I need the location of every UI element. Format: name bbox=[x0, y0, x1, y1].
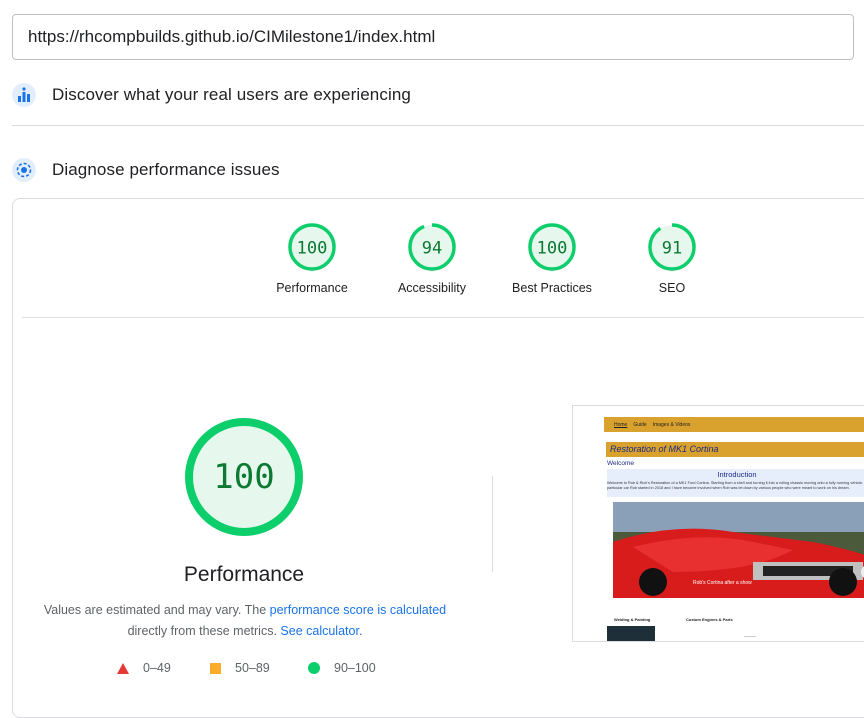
score-description: Values are estimated and may vary. The p… bbox=[30, 600, 460, 642]
square-icon bbox=[210, 662, 221, 674]
main-gauge-label: Performance bbox=[183, 563, 305, 586]
legend-pass: 90–100 bbox=[308, 661, 376, 675]
best-practices-gauge-ring: 100 bbox=[528, 223, 576, 271]
thumb-subheading-2: Custom Engines & Parts bbox=[686, 617, 733, 622]
diagnose-label: Diagnose performance issues bbox=[52, 160, 280, 179]
main-gauge-score: 100 bbox=[213, 457, 274, 497]
seo-label: SEO bbox=[658, 281, 686, 295]
thumb-title: Restoration of MK1 Cortina bbox=[606, 442, 864, 457]
description-text-1: Values are estimated and may vary. The bbox=[43, 603, 270, 617]
best-practices-score: 100 bbox=[537, 239, 568, 259]
score-calculated-link[interactable]: performance score is calculated bbox=[270, 603, 446, 617]
thumb-paragraph: Welcome to Rob & Rich's Restoration of a… bbox=[607, 481, 864, 490]
thumb-mini-image bbox=[607, 626, 655, 641]
thumb-nav-images: Images & Videos bbox=[652, 421, 691, 428]
legend-average-label: 50–89 bbox=[235, 661, 270, 675]
thumb-nav-home: Home bbox=[614, 421, 628, 428]
description-text-2: directly from these metrics. bbox=[127, 624, 281, 638]
thumb-nav: Home Guide Images & Videos bbox=[604, 417, 864, 432]
score-gauge-seo[interactable]: 91 SEO bbox=[612, 222, 732, 295]
vertical-separator bbox=[492, 476, 493, 572]
triangle-icon bbox=[117, 662, 129, 674]
accessibility-gauge-ring: 94 bbox=[408, 223, 456, 271]
see-calculator-link[interactable]: See calculator bbox=[280, 624, 359, 638]
legend-pass-label: 90–100 bbox=[334, 661, 376, 675]
section-divider bbox=[12, 125, 864, 126]
description-text-3: . bbox=[358, 624, 363, 638]
real-users-section[interactable]: Discover what your real users are experi… bbox=[12, 80, 411, 110]
legend-fail-label: 0–49 bbox=[143, 661, 171, 675]
gauges-divider bbox=[22, 317, 864, 318]
accessibility-label: Accessibility bbox=[397, 281, 467, 295]
crux-chart-icon bbox=[12, 83, 36, 107]
seo-gauge-ring: 91 bbox=[648, 223, 696, 271]
score-gauge-best-practices[interactable]: 100 Best Practices bbox=[492, 222, 612, 295]
performance-main-gauge: 100 bbox=[185, 418, 303, 536]
thumb-nav-guide: Guide bbox=[633, 421, 647, 428]
accessibility-score: 94 bbox=[422, 239, 442, 259]
real-users-label: Discover what your real users are experi… bbox=[52, 85, 411, 104]
legend-fail: 0–49 bbox=[117, 661, 171, 675]
diagnose-section[interactable]: Diagnose performance issues bbox=[12, 155, 280, 185]
seo-score: 91 bbox=[662, 239, 682, 259]
thumb-subheading-1: Welding & Painting bbox=[614, 617, 651, 622]
performance-label: Performance bbox=[276, 281, 348, 295]
best-practices-label: Best Practices bbox=[512, 281, 592, 295]
thumb-caption: Rob's Cortina after a show bbox=[693, 580, 752, 586]
score-gauge-accessibility[interactable]: 94 Accessibility bbox=[372, 222, 492, 295]
thumb-intro: Introduction bbox=[717, 470, 757, 479]
legend-average: 50–89 bbox=[210, 661, 270, 675]
url-input[interactable]: https://rhcompbuilds.github.io/CIMilesto… bbox=[12, 14, 854, 60]
thumb-welcome: Welcome bbox=[607, 460, 634, 467]
score-gauge-performance[interactable]: 100 Performance bbox=[252, 222, 372, 295]
performance-score: 100 bbox=[297, 239, 328, 259]
final-screenshot-thumbnail[interactable]: Home Guide Images & Videos Restoration o… bbox=[572, 405, 864, 642]
performance-gauge-ring: 100 bbox=[288, 223, 336, 271]
lighthouse-icon bbox=[12, 158, 36, 182]
circle-icon bbox=[308, 662, 320, 674]
thumb-mini-line bbox=[744, 636, 756, 637]
